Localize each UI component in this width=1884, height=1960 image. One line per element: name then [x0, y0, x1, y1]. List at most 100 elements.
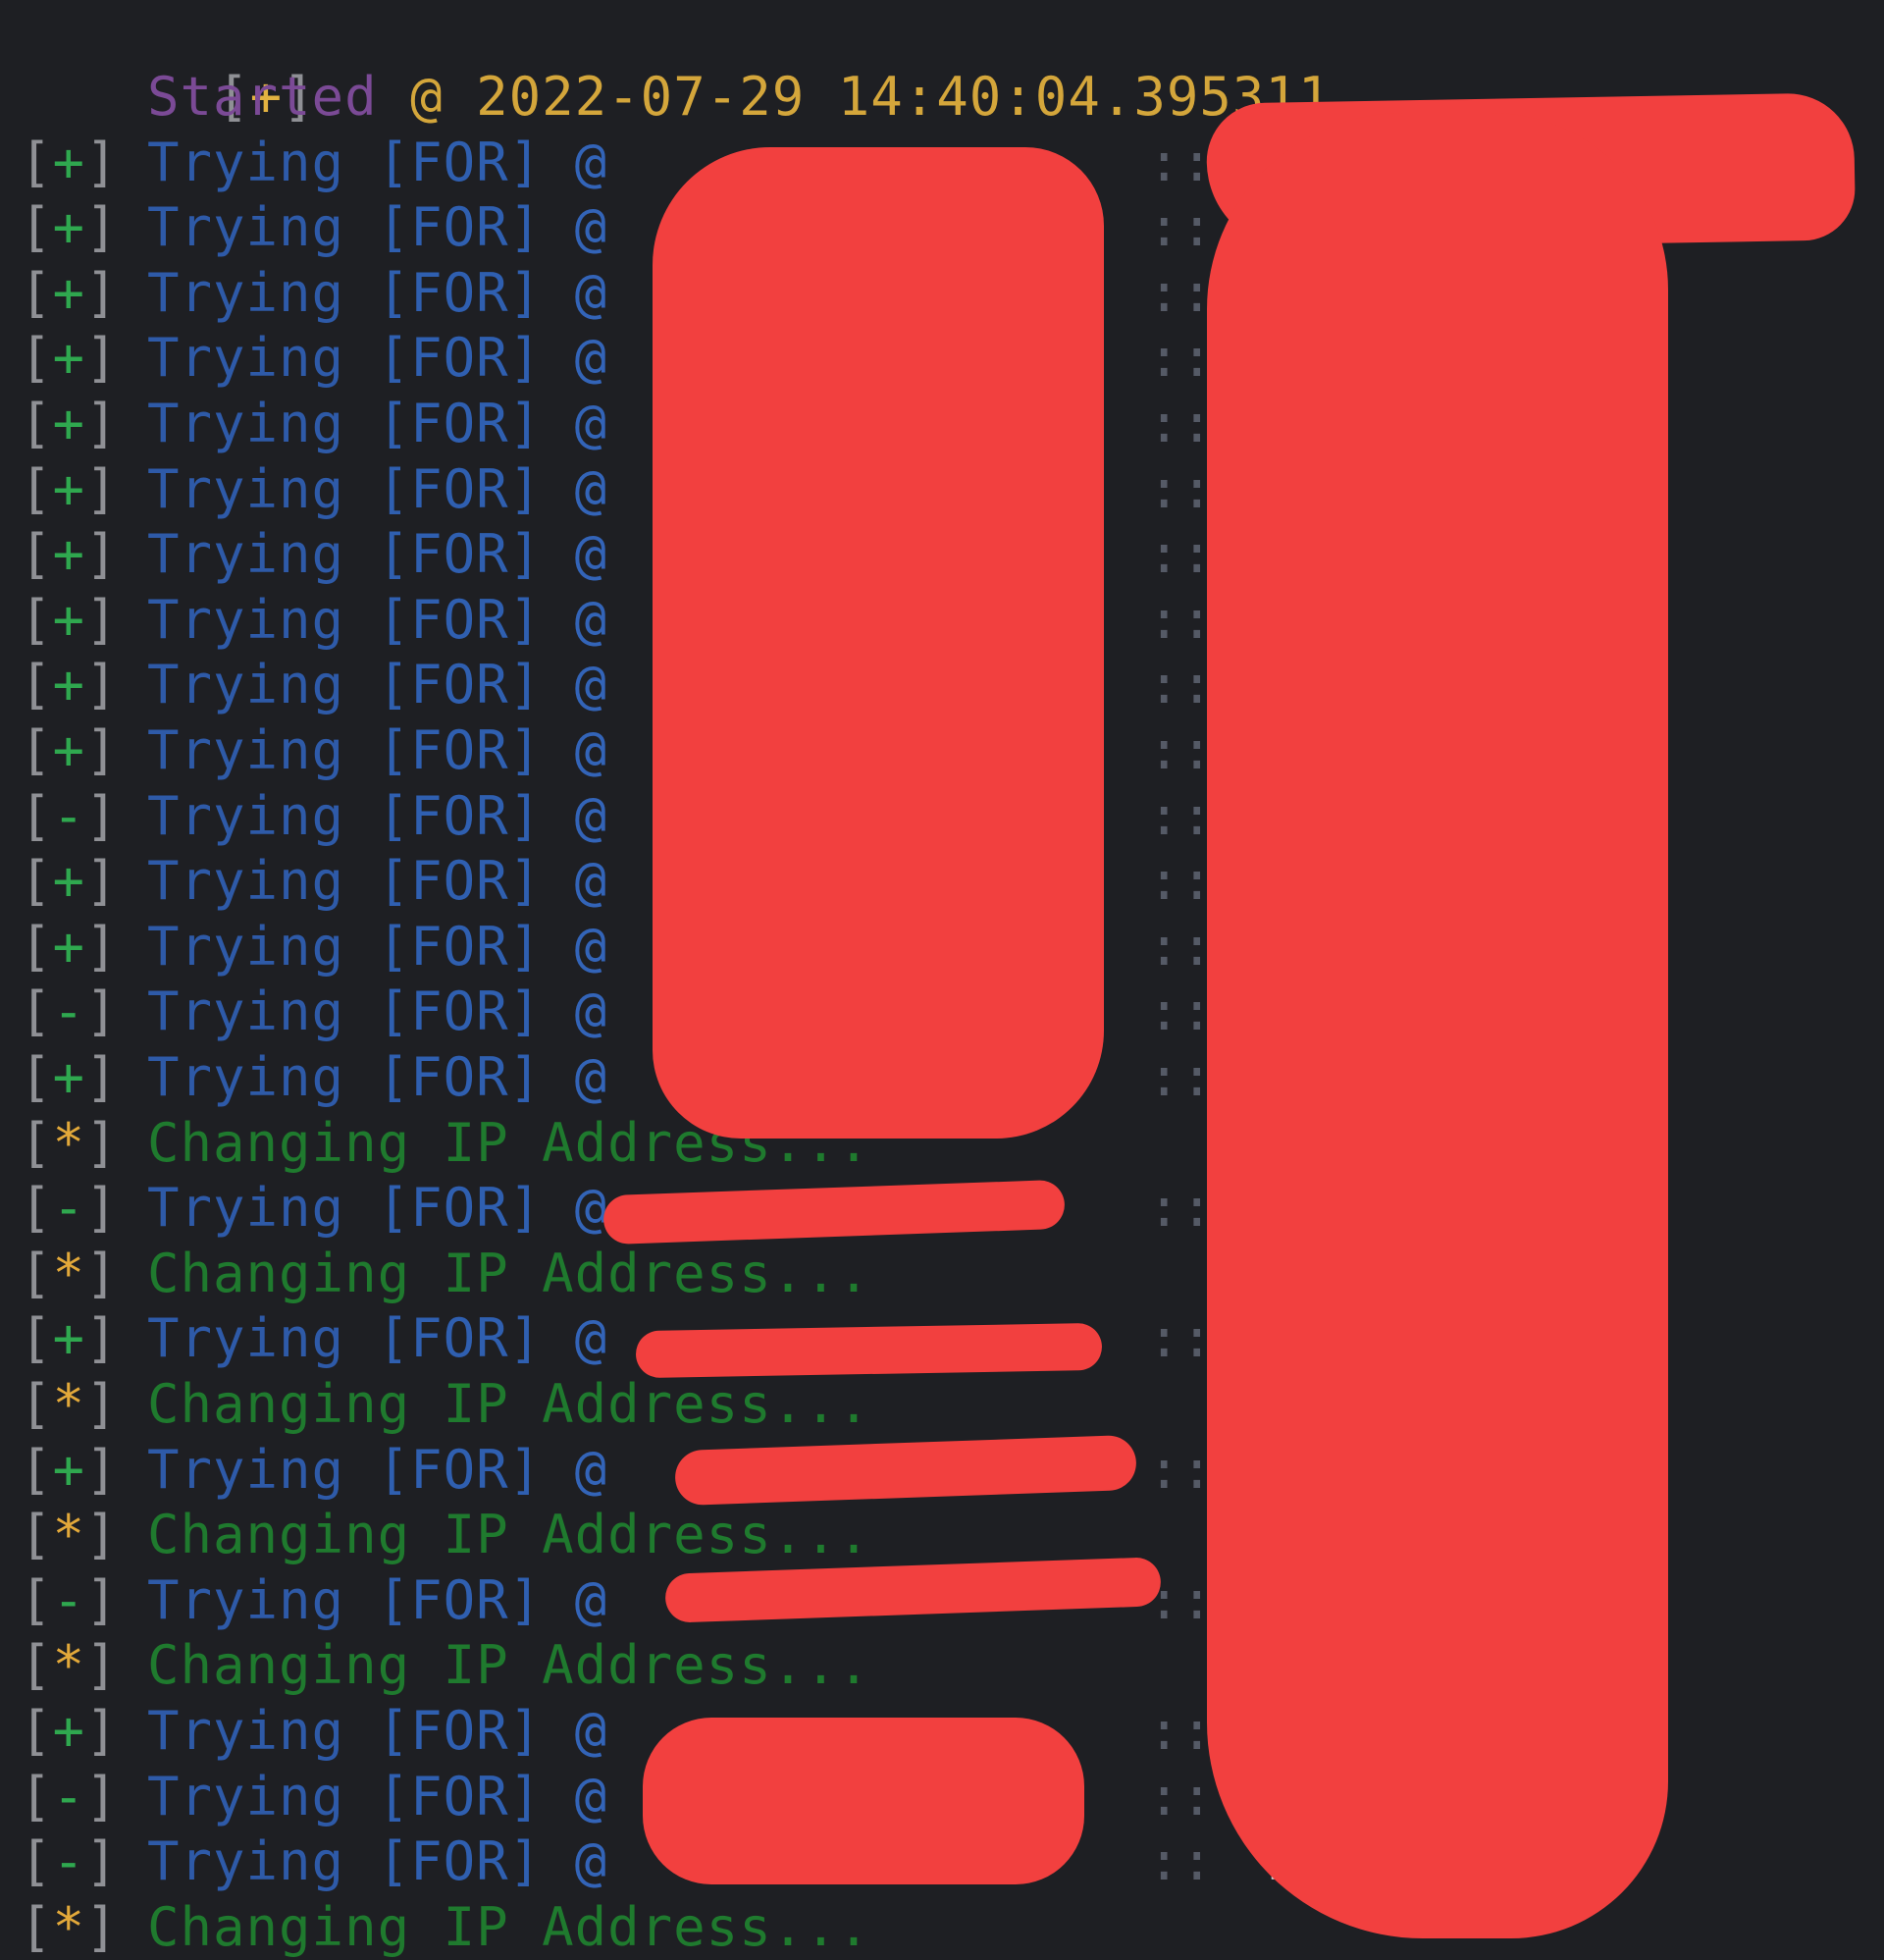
for-tag: [FOR]: [377, 1177, 543, 1240]
status-marker: [+]: [20, 457, 119, 520]
trying-label: Trying: [147, 654, 345, 716]
started-label: Started: [147, 65, 378, 128]
log-line-trying: [+] Trying [FOR] @::: [20, 1044, 1213, 1109]
target-account: @: [574, 915, 608, 978]
trying-label: Trying: [147, 1438, 345, 1501]
separator: ::: [1148, 588, 1215, 651]
trying-label: Trying: [147, 784, 345, 847]
target-account: @: [574, 588, 608, 651]
for-tag: [FOR]: [377, 784, 543, 847]
for-tag: [FOR]: [377, 1568, 543, 1631]
status-marker: [+]: [20, 131, 119, 193]
for-tag: [FOR]: [377, 1765, 543, 1828]
status-marker: [*]: [20, 1634, 119, 1697]
status-marker: [*]: [20, 1504, 119, 1566]
for-tag: [FOR]: [377, 1045, 543, 1108]
for-tag: [FOR]: [377, 1699, 543, 1762]
trying-label: Trying: [147, 1699, 345, 1762]
for-tag: [FOR]: [377, 915, 543, 978]
for-tag: [FOR]: [377, 1307, 543, 1370]
trying-label: Trying: [147, 850, 345, 913]
redaction-stroke: [635, 1322, 1103, 1379]
redaction-stroke: [602, 1179, 1066, 1245]
target-account: @: [574, 654, 608, 716]
target-account: @: [574, 457, 608, 520]
status-marker: [*]: [20, 1111, 119, 1174]
log-line-trying: [+]Trying [FOR] @::h: [20, 1306, 1300, 1371]
target-account: @: [574, 392, 608, 454]
log-line-trying: [+] Trying [FOR] @::: [20, 653, 1213, 717]
started-timestamp: 2022-07-29 14:40:04.395311: [476, 65, 1332, 128]
separator: ::: [1148, 523, 1215, 586]
status-marker: [+]: [20, 327, 119, 390]
target-account: @: [574, 1177, 608, 1240]
trying-label: Trying: [147, 261, 345, 324]
for-tag: [FOR]: [377, 261, 543, 324]
separator: ::: [1148, 327, 1215, 390]
separator: ::: [1148, 392, 1215, 454]
status-marker: [+]: [20, 1307, 119, 1370]
status-marker: [*]: [20, 1372, 119, 1435]
log-line-changing-ip: [*] Changing IP Address...: [20, 1503, 870, 1567]
log-line-changing-ip: [*] Changing IP Address...: [20, 1241, 870, 1305]
target-account: @: [574, 784, 608, 847]
log-line-changing-ip: [*] Changing IP Address...: [20, 1371, 870, 1436]
target-account: @: [574, 1438, 608, 1501]
trying-label: Trying: [147, 980, 345, 1043]
status-marker: [+]: [20, 718, 119, 781]
log-line-trying: [-]Trying [FOR] @::h: [20, 1567, 1300, 1632]
separator: ::: [1148, 261, 1215, 324]
for-tag: [FOR]: [377, 392, 543, 454]
for-tag: [FOR]: [377, 588, 543, 651]
log-line-trying: [-] Trying [FOR] @::: [20, 783, 1213, 848]
target-account: @: [574, 327, 608, 390]
status-marker: [-]: [20, 1765, 119, 1828]
trying-label: Trying: [147, 718, 345, 781]
trying-label: Trying: [147, 1307, 345, 1370]
status-marker: [+]: [20, 588, 119, 651]
separator: ::: [1148, 1830, 1215, 1893]
status-marker: [+]: [20, 654, 119, 716]
redaction-block-left: [653, 147, 1104, 1139]
status-marker: [+]: [20, 196, 119, 259]
started-line: [+] Started @ 2022-07-29 14:40:04.395311: [20, 64, 1331, 129]
log-line-trying: [+]Trying [FOR] @::hsh: [20, 130, 1366, 194]
target-account: @: [574, 261, 608, 324]
redaction-stroke: [674, 1434, 1137, 1507]
log-line-changing-ip: [*] Changing IP Address...: [20, 1633, 870, 1698]
redaction-stroke: [643, 1718, 1084, 1884]
log-line-trying: [-]Trying [FOR] @::Ramana: [20, 1829, 1464, 1894]
target-account: @: [574, 1699, 608, 1762]
for-tag: [FOR]: [377, 1830, 543, 1893]
trying-label: Trying: [147, 915, 345, 978]
trying-label: Trying: [147, 196, 345, 259]
at-sign: @: [410, 65, 444, 128]
log-line-trying: [-] Trying [FOR] @::: [20, 980, 1213, 1044]
log-line-trying: [+] Trying [FOR] @::: [20, 914, 1213, 979]
trying-label: Trying: [147, 1568, 345, 1631]
separator: ::: [1148, 131, 1215, 193]
target-account: @: [574, 1045, 608, 1108]
log-line-trying: [+] Trying [FOR] @::: [20, 1698, 1213, 1763]
separator: ::: [1148, 850, 1215, 913]
separator: ::: [1148, 654, 1215, 716]
separator: ::: [1148, 915, 1215, 978]
status-marker: [+]: [20, 1045, 119, 1108]
changing-ip-text: Changing IP Address...: [147, 1372, 871, 1435]
changing-ip-text: Changing IP Address...: [147, 1895, 871, 1958]
separator: ::: [1148, 196, 1215, 259]
log-line-trying: [+]Trying [FOR] @::h: [20, 1437, 1300, 1502]
status-marker: [+]: [20, 392, 119, 454]
target-account: @: [574, 131, 608, 193]
trying-label: Trying: [147, 131, 345, 193]
separator: ::: [1148, 1765, 1215, 1828]
separator: ::: [1148, 980, 1215, 1043]
trying-label: Trying: [147, 523, 345, 586]
for-tag: [FOR]: [377, 457, 543, 520]
status-marker: [*]: [20, 1895, 119, 1958]
separator: ::: [1148, 784, 1215, 847]
trying-label: Trying: [147, 1045, 345, 1108]
separator: ::: [1148, 718, 1215, 781]
log-line-trying: [+] Trying [FOR] @::: [20, 260, 1213, 325]
separator: ::: [1148, 1307, 1215, 1370]
